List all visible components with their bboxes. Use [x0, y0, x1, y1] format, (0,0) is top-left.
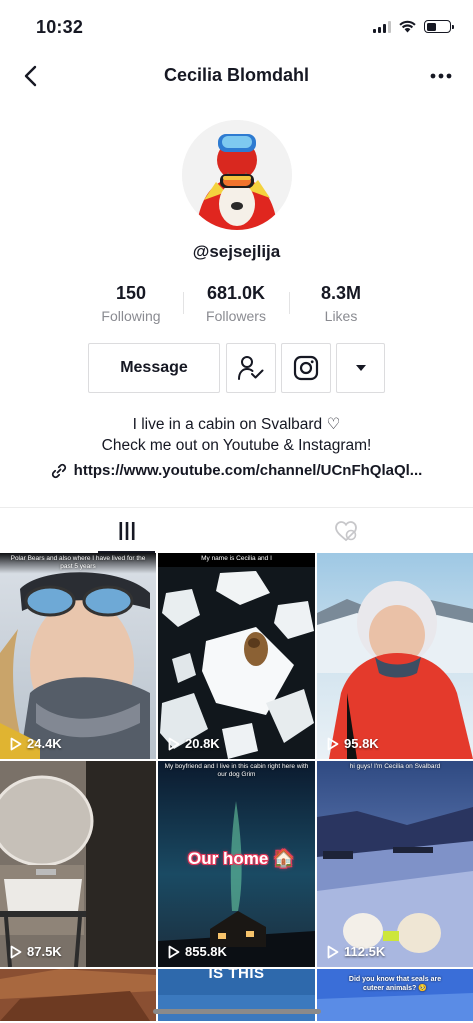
profile-tabs	[0, 507, 473, 553]
avatar-image	[182, 120, 292, 230]
video-thumbnail[interactable]: 95.8K	[317, 553, 473, 759]
username: @sejsejlija	[192, 242, 281, 261]
profile-stats: 150 Following 681.0K Followers 8.3M Like…	[0, 282, 473, 328]
play-icon	[327, 737, 339, 750]
video-overlay-text: Our home 🏠	[188, 849, 295, 868]
video-grid-icon	[119, 521, 135, 540]
more-dots-icon	[430, 73, 452, 79]
stat-following-count: 150	[115, 283, 147, 303]
video-caption: hi guys! I'm Cecilia on Svalbard	[349, 763, 441, 770]
stat-followers-count: 681.0K	[206, 283, 266, 303]
status-icons	[373, 20, 454, 33]
video-thumbnail-image	[0, 553, 156, 759]
play-icon	[168, 945, 180, 958]
profile-bio: I live in a cabin on Svalbard ♡ Check me…	[0, 414, 473, 456]
stat-followers-label: Followers	[206, 308, 266, 324]
video-views: 24.4K	[10, 736, 62, 751]
video-overlay-text: IS THIS	[208, 969, 265, 982]
video-caption: Polar Bears and also where I have lived …	[10, 555, 146, 570]
video-thumbnail[interactable]: My name is Cecilia and I 20.8K	[158, 553, 315, 759]
video-views: 112.5K	[327, 944, 385, 959]
wifi-icon	[399, 20, 416, 33]
cellular-signal-icon	[373, 20, 391, 33]
play-icon	[10, 945, 22, 958]
stat-following[interactable]: 150 Following	[76, 282, 186, 326]
profile-name-title: Cecilia Blomdahl	[163, 65, 310, 85]
user-check-icon	[238, 356, 264, 380]
tab-liked-videos[interactable]	[228, 508, 464, 553]
video-thumbnail[interactable]: 87.5K	[0, 761, 156, 967]
message-button[interactable]: Message	[88, 343, 220, 393]
video-view-count: 95.8K	[344, 736, 379, 751]
caret-down-icon	[355, 365, 366, 371]
video-thumbnail-image	[158, 553, 315, 759]
profile-avatar[interactable]	[182, 120, 292, 230]
video-view-count: 20.8K	[185, 736, 220, 751]
home-indicator	[153, 1009, 321, 1014]
video-view-count: 855.8K	[185, 944, 227, 959]
profile-link[interactable]: https://www.youtube.com/channel/UCnFhQla…	[0, 462, 473, 479]
video-thumbnail[interactable]: Polar Bears and also where I have lived …	[0, 553, 156, 759]
video-thumbnail[interactable]: My boyfriend and I live in this cabin ri…	[158, 761, 315, 967]
stat-likes-count: 8.3M	[320, 283, 362, 303]
tab-videos[interactable]	[9, 508, 245, 553]
video-view-count: 87.5K	[27, 944, 62, 959]
profile-actions: Message	[0, 343, 473, 393]
video-thumbnail[interactable]: Did you know that seals are cuteer anima…	[317, 969, 473, 1021]
stat-likes-label: Likes	[324, 308, 358, 324]
liked-hidden-icon	[335, 520, 357, 541]
video-views: 20.8K	[168, 736, 220, 751]
stat-likes[interactable]: 8.3M Likes	[286, 282, 396, 326]
profile-link-url: https://www.youtube.com/channel/UCnFhQla…	[73, 462, 423, 479]
video-thumbnail-image	[317, 761, 473, 967]
status-bar: 10:32	[0, 0, 473, 54]
more-options-button[interactable]	[425, 60, 457, 92]
video-grid: Polar Bears and also where I have lived …	[0, 553, 473, 1021]
stat-followers[interactable]: 681.0K Followers	[181, 282, 291, 326]
link-icon	[51, 463, 66, 478]
bio-line: Check me out on Youtube & Instagram!	[101, 437, 372, 454]
video-caption: My boyfriend and I live in this cabin ri…	[164, 763, 309, 778]
stat-following-label: Following	[101, 308, 161, 324]
instagram-icon	[293, 355, 319, 381]
battery-icon	[424, 20, 454, 33]
video-views: 855.8K	[168, 944, 227, 959]
play-icon	[327, 945, 339, 958]
video-view-count: 24.4K	[27, 736, 62, 751]
nav-bar: Cecilia Blomdahl	[0, 54, 473, 98]
video-views: 95.8K	[327, 736, 379, 751]
play-icon	[168, 737, 180, 750]
video-thumbnail[interactable]: hi guys! I'm Cecilia on Svalbard 112.5K	[317, 761, 473, 967]
instagram-button[interactable]	[281, 343, 331, 393]
play-icon	[10, 737, 22, 750]
video-thumbnail-image	[0, 761, 156, 967]
video-views: 87.5K	[10, 944, 62, 959]
video-thumbnail[interactable]	[0, 969, 156, 1021]
video-thumbnail-image	[0, 969, 156, 1021]
video-view-count: 112.5K	[344, 944, 386, 959]
video-thumbnail-image	[317, 553, 473, 759]
status-time: 10:32	[36, 17, 84, 37]
bio-line: I live in a cabin on Svalbard ♡	[132, 416, 341, 433]
video-caption: Did you know that seals are cuteer anima…	[348, 976, 442, 992]
video-caption: My name is Cecilia and I	[201, 555, 272, 562]
following-status-button[interactable]	[226, 343, 276, 393]
suggested-accounts-dropdown[interactable]	[336, 343, 385, 393]
